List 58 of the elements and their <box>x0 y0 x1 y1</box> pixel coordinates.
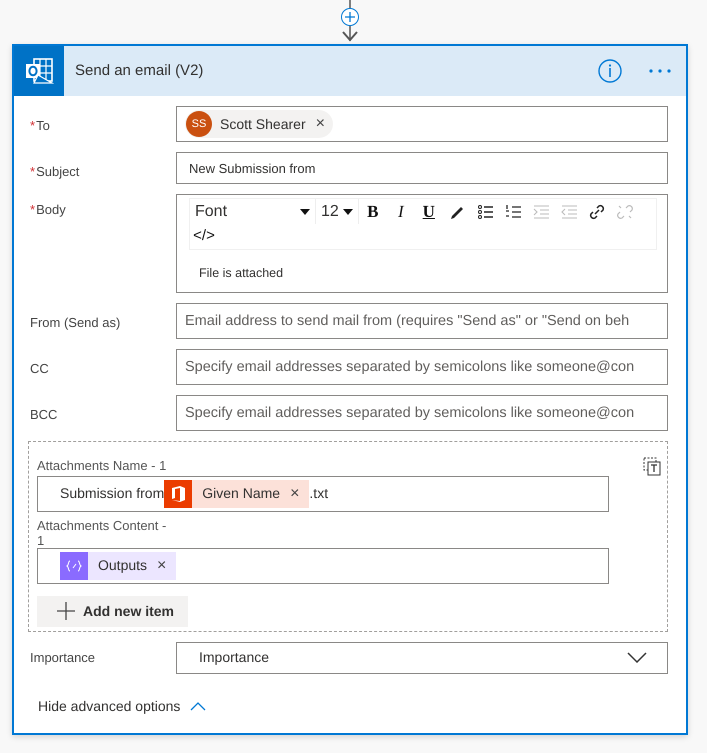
info-icon[interactable] <box>598 59 622 83</box>
dynamic-content-token[interactable]: Given Name × <box>164 480 310 508</box>
field-label: From (Send as) <box>29 314 122 332</box>
numbered-list-icon <box>504 202 522 220</box>
remove-button[interactable]: × <box>280 486 300 502</box>
field-text: Submission from <box>60 484 164 503</box>
indent-icon <box>532 202 550 220</box>
importance-dropdown[interactable]: Importance <box>176 642 668 674</box>
expression-token[interactable]: Outputs × <box>60 552 176 580</box>
field-label: Attachments Name - 1 <box>37 457 168 475</box>
bold-button[interactable]: B <box>358 199 387 224</box>
field-label: Attachments Content - 1 <box>37 518 168 548</box>
plus-icon <box>57 602 75 620</box>
caret-icon <box>342 208 353 214</box>
expression-icon <box>60 552 88 580</box>
field-label: *Subject <box>29 163 80 181</box>
token-label: Outputs <box>98 556 148 575</box>
advanced-options-toggle[interactable]: Hide advanced options <box>28 692 206 716</box>
add-item-button[interactable]: Add new item <box>37 596 188 626</box>
input-field[interactable]: Email address to send mail from (requires "Send as" or "Send on beh <box>176 303 668 339</box>
remove-button[interactable]: × <box>306 116 325 132</box>
recipient-field[interactable]: SS Scott Shearer × <box>176 106 668 142</box>
field-label: *Body <box>29 201 67 219</box>
caret-icon <box>300 208 310 214</box>
chevron-down-icon <box>627 652 647 663</box>
field-label: Importance <box>29 648 96 667</box>
delete-item-icon[interactable] <box>643 456 661 476</box>
rich-text-editor[interactable]: Font 12 B I U </> File is attached <box>176 194 668 293</box>
recipient-token[interactable]: SS Scott Shearer × <box>185 110 333 138</box>
input-field[interactable]: New Submission from <box>176 152 668 184</box>
office-icon <box>164 480 192 508</box>
input-field[interactable]: Outputs × <box>37 548 609 584</box>
input-field[interactable]: Specify email addresses separated by semicolons like someone@con <box>176 395 668 431</box>
link-icon <box>588 202 606 220</box>
field-label: *To <box>29 117 51 135</box>
font-dropdown[interactable]: Font <box>190 199 316 224</box>
token-label: Given Name <box>202 484 280 503</box>
action-title: Send an email (V2) <box>75 60 204 81</box>
font-size-dropdown[interactable]: 12 <box>316 199 359 224</box>
field-label: BCC <box>29 406 58 424</box>
input-field[interactable]: Submission from Given Name × .txt <box>37 476 609 512</box>
outdent-icon <box>560 202 578 220</box>
more-icon[interactable] <box>648 68 672 74</box>
connector-drawing <box>339 0 361 44</box>
card-header[interactable]: Send an email (V2) <box>14 46 686 96</box>
underline-button[interactable]: U <box>414 199 443 224</box>
body-text: File is attached <box>198 265 284 282</box>
unlink-icon <box>616 202 634 220</box>
chevron-up-icon <box>190 702 206 710</box>
field-label: CC <box>29 360 50 378</box>
bullet-list-icon <box>476 202 494 220</box>
avatar: SS <box>186 111 212 137</box>
recipient-name: Scott Shearer <box>220 114 306 134</box>
remove-button[interactable]: × <box>147 558 166 574</box>
field-text: .txt <box>309 484 328 503</box>
italic-button[interactable]: I <box>386 199 415 224</box>
code-view-button[interactable]: </> <box>190 224 218 249</box>
input-field[interactable]: Specify email addresses separated by semicolons like someone@con <box>176 349 668 385</box>
